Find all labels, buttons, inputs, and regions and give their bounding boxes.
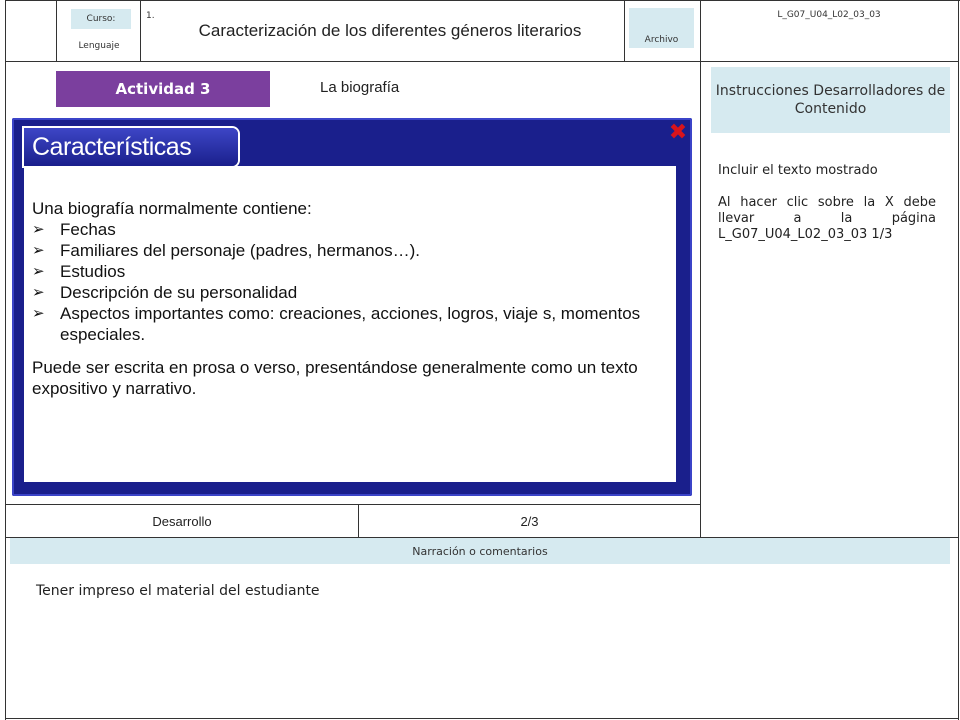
curso-label: Curso: <box>71 9 131 29</box>
page-title: Caracterización de los diferentes género… <box>198 21 582 40</box>
arrow-bullet-icon: ➢ <box>32 263 45 280</box>
bullet-list: ➢ Fechas ➢ Familiares del personaje (padre… <box>32 219 668 345</box>
arrow-bullet-icon: ➢ <box>32 284 45 301</box>
list-item: ➢ Fechas <box>32 220 116 239</box>
panel-intro: Una biografía normalmente contiene: <box>32 199 312 218</box>
header-col-4 <box>700 0 701 61</box>
archivo-label: Archivo <box>629 8 694 48</box>
main-col-divider <box>700 61 701 537</box>
border-top <box>5 0 960 1</box>
header-col-3 <box>624 0 625 61</box>
narration-text: Tener impreso el material del estudiante <box>36 583 320 599</box>
arrow-bullet-icon: ➢ <box>32 221 45 238</box>
border-bottom <box>5 718 959 719</box>
list-item: ➢ Familiares del personaje (padres, herma… <box>32 241 420 260</box>
list-item: ➢ Aspectos importantes como: creaciones, … <box>32 304 641 344</box>
page-indicator: 2/3 <box>520 513 539 529</box>
curso-value: Lenguaje <box>78 41 120 51</box>
arrow-bullet-icon: ➢ <box>32 305 45 322</box>
panel-closing: Puede ser escrita en prosa o verso, pres… <box>32 358 638 398</box>
header-divider <box>5 61 959 62</box>
arrow-bullet-icon: ➢ <box>32 242 45 259</box>
section-label: Desarrollo <box>152 513 212 529</box>
panel-content: Una biografía normalmente contiene: ➢ Fec… <box>32 198 668 448</box>
activity-topic: La biografía <box>320 79 400 96</box>
panel-tab-title: Características <box>24 128 238 166</box>
list-item: ➢ Estudios <box>32 262 126 281</box>
list-item: ➢ Descripción de su personalidad <box>32 283 298 302</box>
instructions-line-2: Al hacer clic sobre la X debe llevar a l… <box>718 195 936 242</box>
instructions-line-1: Incluir el texto mostrado <box>718 163 878 178</box>
instructions-header: Instrucciones Desarrolladores de Conteni… <box>711 67 950 133</box>
border-right <box>958 0 959 720</box>
activity-badge: Actividad 3 <box>56 71 270 107</box>
border-left <box>5 0 6 720</box>
close-icon[interactable]: ✖ <box>666 121 690 145</box>
narration-header: Narración o comentarios <box>10 538 950 564</box>
header-col-2 <box>140 0 141 61</box>
file-code: L_G07_U04_L02_03_03 <box>777 10 881 20</box>
header-col-1 <box>56 0 57 61</box>
grade-number: 1. <box>146 11 155 21</box>
